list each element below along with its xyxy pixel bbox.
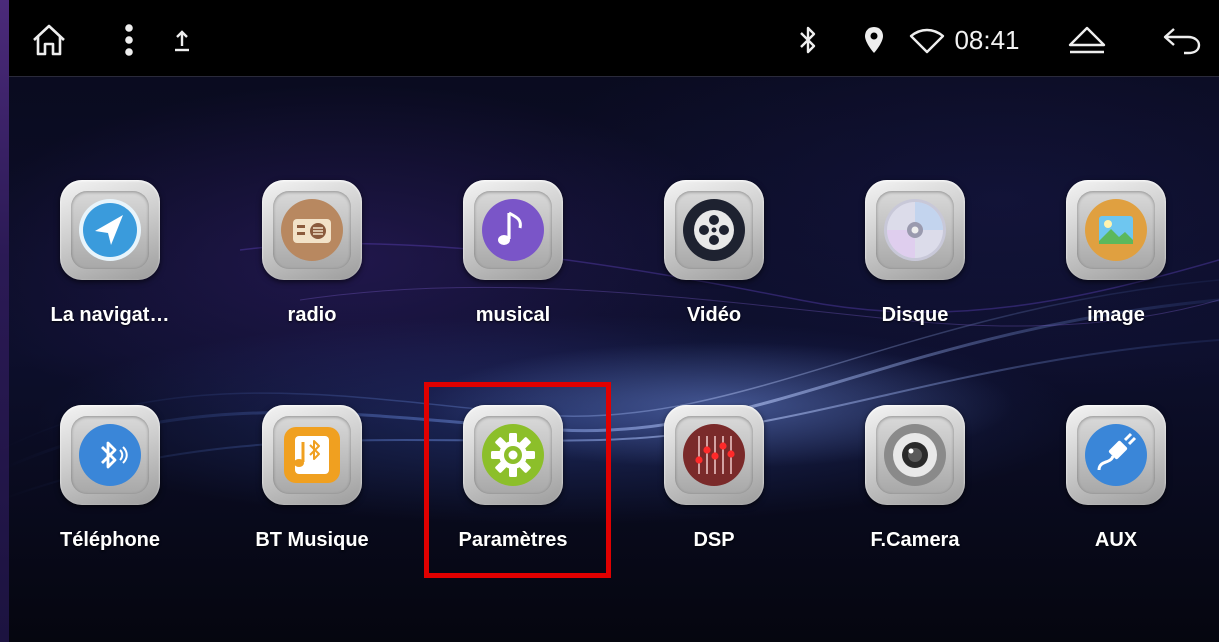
radio-icon [273, 191, 351, 269]
app-icon-frame [865, 180, 965, 280]
film-reel-icon [675, 191, 753, 269]
highlight-box [424, 382, 611, 578]
image-icon [1077, 191, 1155, 269]
disc-icon [876, 191, 954, 269]
app-bt-music[interactable]: BT Musique [212, 405, 412, 605]
bt-music-icon [273, 416, 351, 494]
equalizer-icon [675, 416, 753, 494]
eject-icon[interactable] [1065, 22, 1109, 58]
app-icon-frame [262, 405, 362, 505]
app-icon-frame [60, 405, 160, 505]
bluetooth-icon [793, 22, 823, 58]
app-phone[interactable]: Téléphone [10, 405, 210, 605]
upload-arrow-icon[interactable] [169, 28, 195, 54]
camera-lens-icon [876, 416, 954, 494]
app-icon-frame [664, 180, 764, 280]
app-disc[interactable]: Disque [815, 180, 1015, 380]
app-dsp[interactable]: DSP [614, 405, 814, 605]
app-icon-frame [1066, 405, 1166, 505]
navigation-icon [71, 191, 149, 269]
app-icon-frame [664, 405, 764, 505]
app-icon-frame [262, 180, 362, 280]
aux-cable-icon [1077, 416, 1155, 494]
home-icon[interactable] [29, 20, 69, 60]
more-vertical-icon[interactable] [117, 22, 141, 58]
app-label: AUX [1094, 529, 1138, 551]
app-icon-frame [463, 180, 563, 280]
app-icon-frame [1066, 180, 1166, 280]
app-label: image [1087, 304, 1145, 326]
wifi-icon [907, 26, 947, 56]
app-label: Téléphone [59, 529, 160, 551]
app-image[interactable]: image [1016, 180, 1216, 380]
app-label: radio [287, 304, 337, 326]
app-label: La navigat… [50, 304, 170, 326]
app-label: musical [475, 304, 551, 326]
app-icon-frame [60, 180, 160, 280]
status-bar: 08:41 [9, 0, 1219, 77]
app-label: Vidéo [686, 304, 742, 326]
bluetooth-phone-icon [71, 416, 149, 494]
music-note-icon [474, 191, 552, 269]
app-navigation[interactable]: La navigat… [10, 180, 210, 380]
app-icon-frame [865, 405, 965, 505]
clock-time: 08:41 [954, 24, 1020, 55]
back-arrow-icon[interactable] [1159, 22, 1205, 58]
app-label: BT Musique [255, 529, 369, 551]
app-label: F.Camera [870, 529, 960, 551]
app-label: DSP [693, 529, 735, 551]
app-front-camera[interactable]: F.Camera [815, 405, 1015, 605]
app-radio[interactable]: radio [212, 180, 412, 380]
location-pin-icon [861, 22, 887, 58]
app-video[interactable]: Vidéo [614, 180, 814, 380]
app-music[interactable]: musical [413, 180, 613, 380]
app-label: Disque [881, 304, 949, 326]
app-aux[interactable]: AUX [1016, 405, 1216, 605]
